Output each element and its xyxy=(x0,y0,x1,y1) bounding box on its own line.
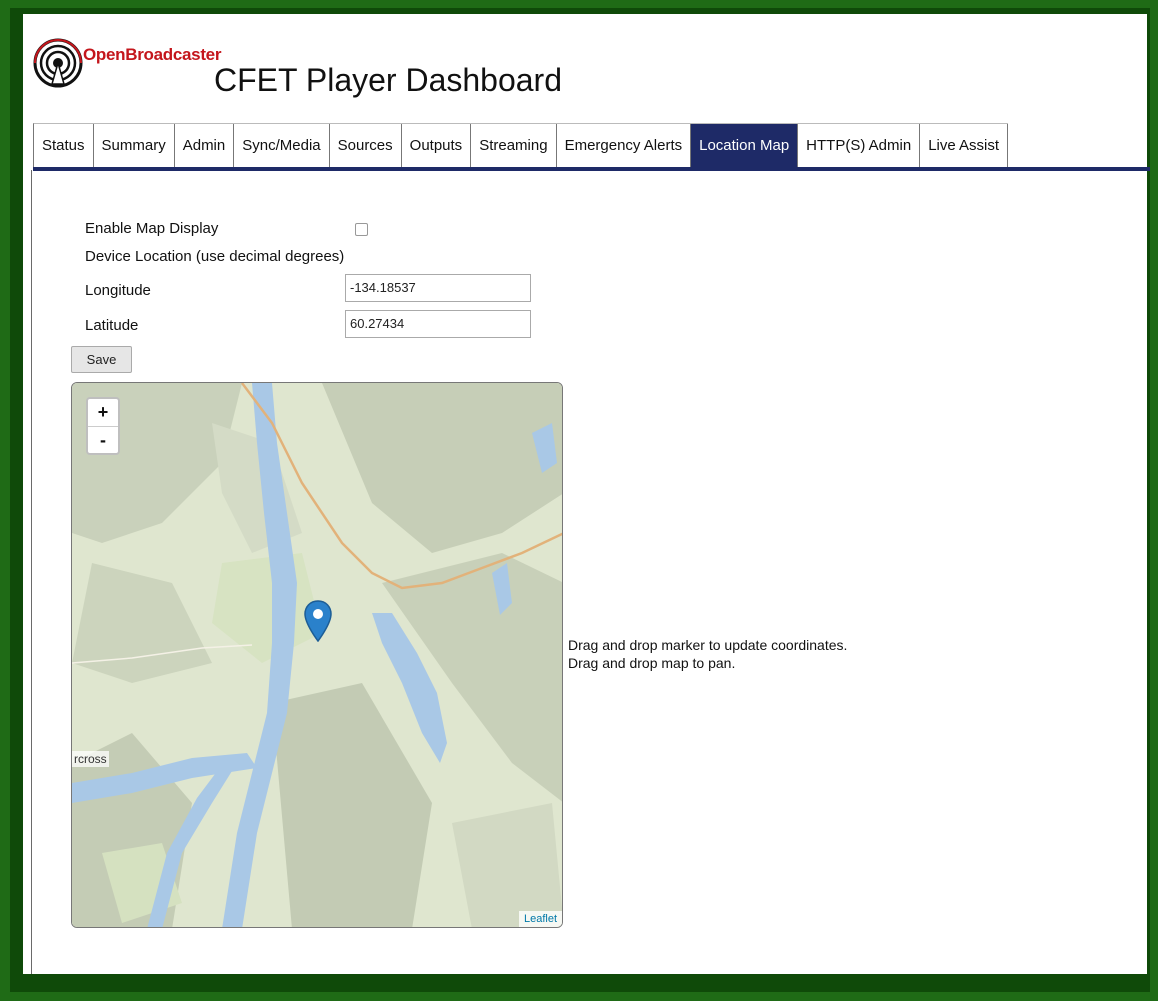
tab-https-admin[interactable]: HTTP(S) Admin xyxy=(798,124,921,168)
tab-location-map[interactable]: Location Map xyxy=(691,124,799,168)
zoom-out-button[interactable]: - xyxy=(88,427,118,454)
zoom-in-button[interactable]: + xyxy=(88,399,118,427)
drag-marker-hint: Drag and drop marker to update coordinat… xyxy=(568,637,848,653)
radio-tower-icon xyxy=(33,38,83,88)
tab-live-assist[interactable]: Live Assist xyxy=(920,124,1009,168)
tab-summary[interactable]: Summary xyxy=(93,124,175,168)
tab-sources[interactable]: Sources xyxy=(329,124,402,168)
map-tiles[interactable] xyxy=(72,383,563,928)
zoom-control: + - xyxy=(86,397,120,455)
divider xyxy=(31,170,32,974)
save-button[interactable]: Save xyxy=(71,346,132,373)
leaflet-attribution-link[interactable]: Leaflet xyxy=(518,911,562,927)
tab-streaming[interactable]: Streaming xyxy=(471,124,557,168)
tab-emergency-alerts[interactable]: Emergency Alerts xyxy=(556,124,692,168)
drag-map-hint: Drag and drop map to pan. xyxy=(568,655,736,671)
page-title: CFET Player Dashboard xyxy=(214,62,562,98)
tab-bar: Status Summary Admin Sync/Media Sources … xyxy=(33,123,1009,168)
enable-map-checkbox[interactable] xyxy=(355,223,368,236)
tab-sync-media[interactable]: Sync/Media xyxy=(234,124,330,168)
brand-name: OpenBroadcaster xyxy=(83,45,222,64)
tab-underline xyxy=(33,167,1150,171)
device-location-label: Device Location (use decimal degrees) xyxy=(85,248,345,265)
tab-admin[interactable]: Admin xyxy=(174,124,235,168)
longitude-input[interactable]: -134.18537 xyxy=(345,274,531,302)
map-place-label: rcross xyxy=(72,751,109,767)
longitude-label: Longitude xyxy=(85,282,151,299)
enable-map-label: Enable Map Display xyxy=(85,220,219,237)
tab-status[interactable]: Status xyxy=(34,124,94,168)
tab-outputs[interactable]: Outputs xyxy=(401,124,472,168)
location-map[interactable]: + - rcross Leaflet xyxy=(71,382,563,928)
map-pin-icon[interactable] xyxy=(304,600,332,642)
latitude-input[interactable]: 60.27434 xyxy=(345,310,531,338)
latitude-label: Latitude xyxy=(85,317,139,334)
